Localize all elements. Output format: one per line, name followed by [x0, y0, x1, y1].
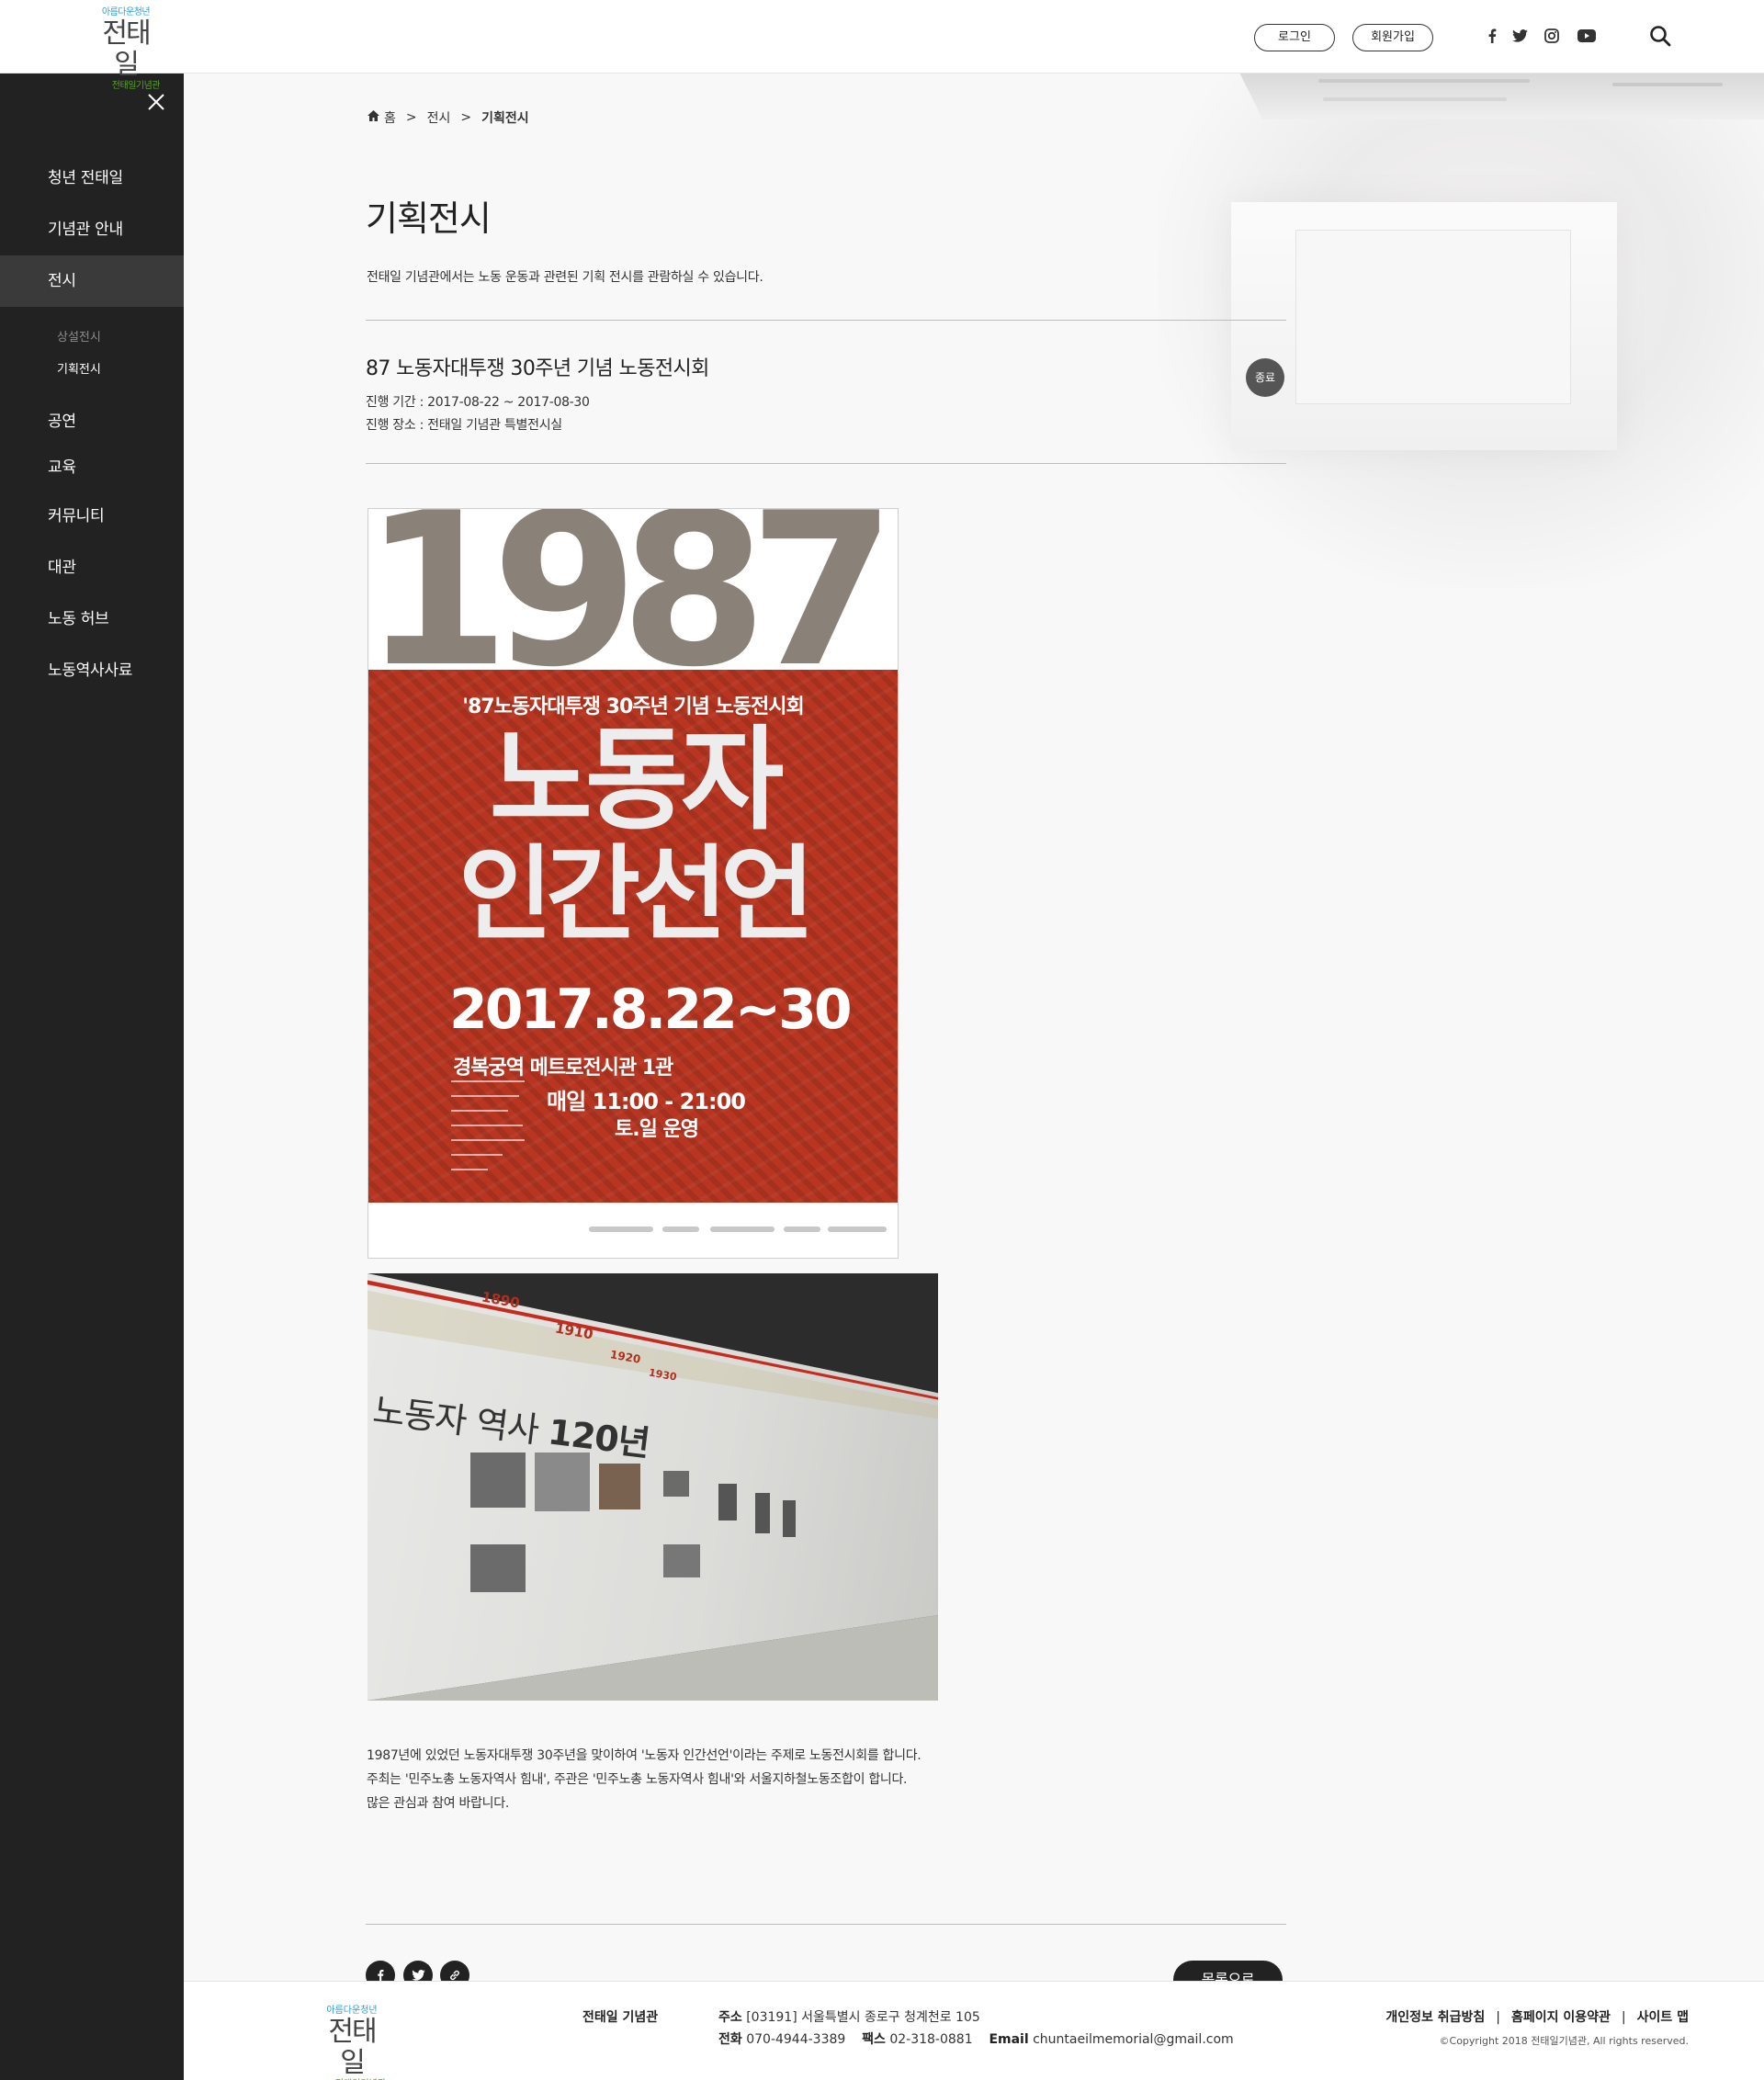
footer-contact: 전화 070-4944-3389 팩스 02-318-0881 Email ch…	[718, 2032, 1234, 2047]
divider	[366, 463, 1286, 464]
event-period: 진행 기간 : 2017-08-22 ~ 2017-08-30	[366, 395, 590, 410]
sidebar-subitem-permanent[interactable]: 상설전시	[57, 322, 184, 354]
sitemap-link[interactable]: 사이트 맵	[1637, 2010, 1689, 2025]
sidebar-item-community[interactable]: 커뮤니티	[0, 491, 184, 542]
page-description: 전태일 기념관에서는 노동 운동과 관련된 기획 전시를 관람하실 수 있습니다…	[367, 270, 763, 285]
sidebar-submenu: 상설전시 기획전시	[0, 307, 184, 399]
header-background-image	[1158, 73, 1764, 588]
poster-hours: 매일 11:00 - 21:00	[547, 1089, 746, 1114]
sidebar-item-archive[interactable]: 노동역사사료	[0, 645, 184, 696]
exhibition-wall-photo: 1890 1910 1920 1930 노동자 역사 120년	[368, 1273, 938, 1701]
breadcrumb-separator: >	[405, 110, 417, 125]
login-button[interactable]: 로그인	[1254, 24, 1335, 51]
site-header: 아름다운청년 전태일 전태일기념관 로그인 회원가입	[0, 0, 1764, 91]
poster-venue: 경복궁역 메트로전시관 1관	[453, 1057, 673, 1080]
youtube-icon[interactable]	[1577, 26, 1597, 46]
poster-year: 1987	[368, 509, 896, 670]
photo-panels	[470, 1443, 938, 1627]
search-icon[interactable]	[1648, 24, 1672, 48]
divider	[366, 1924, 1286, 1925]
sidebar-item-labor-hub[interactable]: 노동 허브	[0, 593, 184, 645]
breadcrumb-home[interactable]: 홈	[384, 108, 396, 127]
footer-address: 주소 [03191] 서울특별시 종로구 청계천로 105	[718, 2010, 980, 2025]
sidebar-item-rental[interactable]: 대관	[0, 542, 184, 593]
sidebar-item-about[interactable]: 기념관 안내	[0, 204, 184, 255]
facebook-icon[interactable]	[1482, 26, 1502, 46]
sidebar-item-education[interactable]: 교육	[0, 445, 184, 491]
footer-links: 개인정보 취급방침 | 홈페이지 이용약관 | 사이트 맵	[1385, 2010, 1689, 2025]
site-footer: 아름다운청년 전태일 전태일기념관 전태일 기념관 주소 [03191] 서울특…	[184, 1981, 1764, 2080]
terms-link[interactable]: 홈페이지 이용약관	[1511, 2010, 1611, 2025]
exhibition-poster-image: 1987 '87노동자대투쟁 30주년 기념 노동전시회 노동자 인간선언 20…	[368, 508, 899, 1259]
site-logo[interactable]: 아름다운청년 전태일 전태일기념관	[92, 7, 161, 91]
instagram-icon[interactable]	[1542, 26, 1562, 46]
poster-program-list	[451, 1080, 534, 1183]
breadcrumb-exhibition[interactable]: 전시	[427, 108, 451, 127]
sidebar-nav: 청년 전태일 기념관 안내 전시 상설전시 기획전시 공연 교육 커뮤니티 대관…	[0, 73, 184, 2080]
event-title: 87 노동자대투쟁 30주년 기념 노동전시회	[366, 357, 709, 380]
event-place: 진행 장소 : 전태일 기념관 특별전시실	[366, 418, 562, 433]
sidebar-item-youth[interactable]: 청년 전태일	[0, 153, 184, 204]
sidebar-item-exhibition[interactable]: 전시	[0, 255, 184, 307]
close-icon[interactable]	[144, 90, 168, 114]
status-badge: 종료	[1246, 358, 1284, 397]
poster-sponsors	[368, 1203, 898, 1258]
poster-dates: 2017.8.22~30	[449, 978, 853, 1042]
poster-title-line1: 노동자	[489, 715, 785, 845]
breadcrumb-current: 기획전시	[481, 111, 529, 126]
breadcrumb: 홈 > 전시 > 기획전시	[368, 108, 529, 127]
event-body: 1987년에 있었던 노동자대투쟁 30주년을 맞이하여 '노동자 인간선언'이…	[367, 1748, 922, 1811]
divider	[366, 320, 1286, 321]
twitter-icon[interactable]	[1510, 26, 1530, 46]
page-title: 기획전시	[366, 198, 492, 239]
copyright: ©Copyright 2018 전태일기념관, All rights reser…	[1439, 2035, 1689, 2047]
poster-weekend: 토.일 운영	[615, 1118, 699, 1141]
privacy-policy-link[interactable]: 개인정보 취급방침	[1385, 2010, 1485, 2025]
home-icon[interactable]	[368, 110, 379, 125]
footer-logo[interactable]: 아름다운청년 전태일 전태일기념관	[318, 2006, 386, 2080]
breadcrumb-separator: >	[460, 110, 472, 125]
poster-title-line2: 인간선언	[458, 835, 815, 955]
sidebar-subitem-special[interactable]: 기획전시	[57, 354, 184, 386]
join-button[interactable]: 회원가입	[1352, 24, 1433, 51]
sidebar-menu: 청년 전태일 기념관 안내 전시 상설전시 기획전시 공연 교육 커뮤니티 대관…	[0, 153, 184, 696]
sidebar-item-performance[interactable]: 공연	[0, 399, 184, 445]
footer-org-name: 전태일 기념관	[582, 2010, 659, 2025]
